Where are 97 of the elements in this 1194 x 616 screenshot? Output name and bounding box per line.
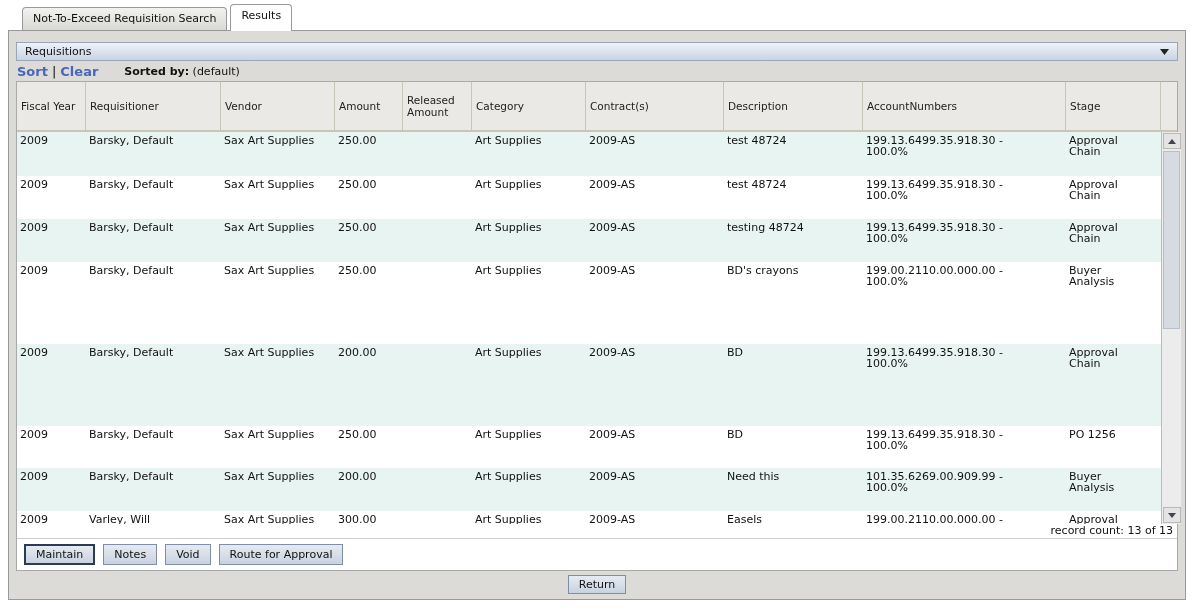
- caret-icon[interactable]: [1160, 48, 1169, 55]
- table-cell: 250.00: [338, 222, 377, 233]
- scrollbar-thumb[interactable]: [1163, 151, 1180, 329]
- separator: |: [51, 63, 57, 79]
- table-cell: Sax Art Supplies: [224, 429, 315, 440]
- column-header[interactable]: Fiscal Year: [17, 82, 86, 130]
- table-cell: 2009: [20, 429, 48, 440]
- table-cell-text: Buyer Analysis: [1069, 265, 1116, 287]
- table-cell: 2009: [20, 222, 48, 233]
- table-cell: 2009-AS: [589, 179, 636, 190]
- scroll-down-button[interactable]: [1163, 507, 1181, 523]
- record-count: record count: 13 of 13: [1050, 524, 1173, 537]
- tab[interactable]: Results: [230, 4, 293, 31]
- sort-link[interactable]: Sort: [17, 63, 48, 79]
- column-header[interactable]: Description: [724, 82, 863, 130]
- table-cell: Barsky, Default: [89, 222, 174, 233]
- table-cell: BD: [727, 347, 744, 358]
- column-header[interactable]: Requisitioner: [86, 82, 221, 130]
- clear-link[interactable]: Clear: [60, 63, 99, 79]
- up-arrow-icon: [1168, 138, 1176, 144]
- table-cell: 2009-AS: [589, 265, 636, 276]
- table-cell: test 48724: [727, 135, 787, 146]
- table-cell: test 48724: [727, 179, 787, 190]
- table-cell: 2009: [20, 179, 48, 190]
- table-cell: Easels: [727, 514, 762, 524]
- table-cell-text: Buyer Analysis: [1069, 471, 1116, 493]
- table-cell-text: 199.00.2110.00.000.00 - 100.0%: [866, 265, 1004, 287]
- sorted-by-text: Sorted by: (default): [124, 64, 240, 78]
- table-cell: Barsky, Default: [89, 179, 174, 190]
- action-button[interactable]: Route for Approval: [218, 544, 344, 565]
- table-cell-text: Approval Chain: [1069, 135, 1119, 157]
- table-cell: BD's crayons: [727, 265, 799, 276]
- table-cell: testing 48724: [727, 222, 804, 233]
- table-cell-text: 199.13.6499.35.918.30 - 100.0%: [866, 179, 1004, 201]
- scroll-up-button[interactable]: [1163, 133, 1181, 149]
- table-cell: 199.00.2110.00.000.00 -: [866, 514, 1003, 524]
- table-cell: Sax Art Supplies: [224, 471, 315, 482]
- table-cell: Art Supplies: [475, 265, 542, 276]
- column-header[interactable]: Stage: [1066, 82, 1161, 130]
- panel-title: Requisitions: [25, 45, 92, 58]
- table-cell: 200.00: [338, 471, 377, 482]
- table-cell: 250.00: [338, 179, 377, 190]
- action-button[interactable]: Maintain: [24, 544, 96, 565]
- table-cell: Barsky, Default: [89, 429, 174, 440]
- table-cell-text: 199.13.6499.35.918.30 - 100.0%: [866, 347, 1004, 369]
- table-cell: Art Supplies: [475, 429, 542, 440]
- table-cell: 250.00: [338, 135, 377, 146]
- table-cell: Art Supplies: [475, 222, 542, 233]
- table-cell: 2009-AS: [589, 514, 636, 524]
- action-button[interactable]: Void: [165, 544, 211, 565]
- table-cell-text: 199.13.6499.35.918.30 - 100.0%: [866, 222, 1004, 244]
- column-header[interactable]: Category: [472, 82, 586, 130]
- table-cell: 2009-AS: [589, 222, 636, 233]
- table-cell: 2009-AS: [589, 135, 636, 146]
- action-button[interactable]: Notes: [103, 544, 158, 565]
- table-cell: Sax Art Supplies: [224, 265, 315, 276]
- table-cell: Sax Art Supplies: [224, 222, 315, 233]
- table-cell: 2009: [20, 514, 48, 524]
- table-cell-text: Approval Chain: [1069, 347, 1119, 369]
- table-cell: 2009: [20, 347, 48, 358]
- table-cell: 2009-AS: [589, 347, 636, 358]
- down-arrow-icon: [1168, 512, 1176, 518]
- table-cell: 2009: [20, 135, 48, 146]
- table-cell: 200.00: [338, 347, 377, 358]
- table-cell: 2009-AS: [589, 429, 636, 440]
- table-cell: Barsky, Default: [89, 347, 174, 358]
- table-cell: Art Supplies: [475, 347, 542, 358]
- table-cell-text: Approval Chain: [1069, 179, 1119, 201]
- table-cell: Barsky, Default: [89, 265, 174, 276]
- tab[interactable]: Not-To-Exceed Requisition Search: [22, 7, 228, 30]
- column-header[interactable]: Vendor: [221, 82, 335, 130]
- table-cell-text: 199.13.6499.35.918.30 - 100.0%: [866, 135, 1004, 157]
- table-cell-text: Approval Chain: [1069, 222, 1119, 244]
- table-cell: Sax Art Supplies: [224, 179, 315, 190]
- table-cell: 2009-AS: [589, 471, 636, 482]
- column-header[interactable]: Contract(s): [586, 82, 724, 130]
- return-button[interactable]: Return: [567, 575, 627, 594]
- table-cell: Barsky, Default: [89, 471, 174, 482]
- table-cell: Sax Art Supplies: [224, 347, 315, 358]
- column-header[interactable]: AccountNumbers: [863, 82, 1066, 130]
- table-cell: Need this: [727, 471, 780, 482]
- table-cell: 2009: [20, 265, 48, 276]
- table-cell: 2009: [20, 471, 48, 482]
- table-cell: 250.00: [338, 429, 377, 440]
- table-cell: Art Supplies: [475, 179, 542, 190]
- table-cell: BD: [727, 429, 744, 440]
- table-cell: Art Supplies: [475, 471, 542, 482]
- table-cell: PO 1256: [1069, 429, 1116, 440]
- table-cell: Art Supplies: [475, 135, 542, 146]
- table-cell-text: 199.13.6499.35.918.30 - 100.0%: [866, 429, 1004, 451]
- column-header[interactable]: Released Amount: [403, 82, 472, 130]
- table-cell: 250.00: [338, 265, 377, 276]
- table-cell: Sax Art Supplies: [224, 135, 315, 146]
- table-cell-text: 101.35.6269.00.909.99 - 100.0%: [866, 471, 1004, 493]
- table-cell: 300.00: [338, 514, 377, 524]
- table-cell: Barsky, Default: [89, 135, 174, 146]
- column-header[interactable]: Amount: [335, 82, 403, 130]
